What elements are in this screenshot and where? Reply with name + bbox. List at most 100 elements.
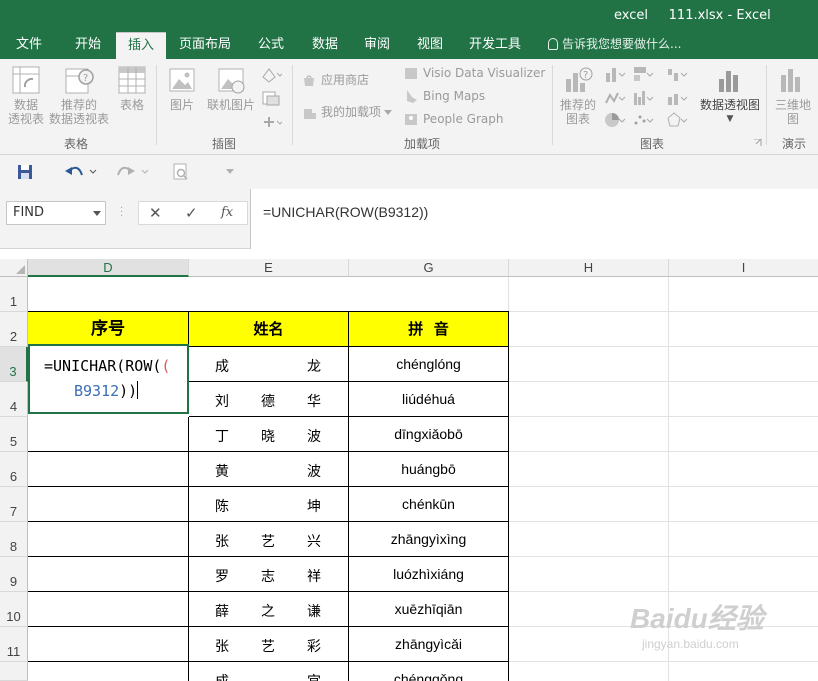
- tell-me-box[interactable]: 告诉我您想要做什么...: [548, 32, 681, 59]
- undo-icon[interactable]: [64, 163, 98, 181]
- cell-d7[interactable]: [28, 487, 189, 522]
- 3d-map-button[interactable]: 三维地 图: [770, 65, 816, 126]
- pivot-chart-button[interactable]: 数据透视图 ▼: [698, 65, 762, 126]
- tab-file[interactable]: 文件: [6, 32, 52, 59]
- pinyin-cell[interactable]: dīngxiǎobō: [349, 417, 509, 452]
- table-button[interactable]: 表格: [114, 65, 150, 112]
- scatter-chart-icon[interactable]: [632, 111, 654, 129]
- enter-icon[interactable]: ✓: [185, 204, 198, 222]
- column-chart-icon[interactable]: [604, 65, 626, 83]
- pinyin-cell[interactable]: chénglóng: [349, 347, 509, 382]
- screenshot-icon[interactable]: [260, 113, 282, 131]
- tab-data[interactable]: 数据: [300, 32, 350, 59]
- customize-qat-icon[interactable]: [226, 169, 234, 175]
- pinyin-cell[interactable]: huángbō: [349, 452, 509, 487]
- pinyin-cell[interactable]: luózhìxiáng: [349, 557, 509, 592]
- cell-d9[interactable]: [28, 557, 189, 592]
- tab-formulas[interactable]: 公式: [246, 32, 296, 59]
- tab-home[interactable]: 开始: [62, 32, 114, 59]
- save-icon[interactable]: [16, 163, 34, 181]
- row-header-8[interactable]: 8: [0, 522, 28, 557]
- column-header-g[interactable]: G: [349, 259, 509, 277]
- name-cell[interactable]: 罗志祥: [189, 557, 349, 592]
- name-cell[interactable]: 成龙: [189, 347, 349, 382]
- recommended-charts-button[interactable]: ? 推荐的 图表: [556, 65, 600, 126]
- dialog-launcher-icon[interactable]: [754, 139, 762, 147]
- tab-insert[interactable]: 插入: [116, 32, 166, 59]
- name-cell[interactable]: 成宫: [189, 662, 349, 681]
- my-addins-button[interactable]: 我的加载项: [302, 105, 381, 119]
- store-button[interactable]: 应用商店: [302, 73, 369, 87]
- row-header-11[interactable]: 11: [0, 627, 28, 662]
- statistic-chart-icon[interactable]: [632, 89, 654, 107]
- select-all-corner[interactable]: [0, 259, 28, 277]
- pinyin-cell[interactable]: liúdéhuá: [349, 382, 509, 417]
- active-cell-editor[interactable]: =UNICHAR(ROW(( B9312)): [28, 344, 189, 414]
- cancel-icon[interactable]: ✕: [149, 204, 162, 222]
- name-cell[interactable]: 张艺彩: [189, 627, 349, 662]
- redo-icon[interactable]: [116, 163, 150, 181]
- name-cell[interactable]: 陈坤: [189, 487, 349, 522]
- name-cell[interactable]: 黄波: [189, 452, 349, 487]
- tab-view[interactable]: 视图: [405, 32, 455, 59]
- header-cell-seq[interactable]: 序号: [28, 312, 189, 347]
- pinyin-cell[interactable]: xuēzhīqiān: [349, 592, 509, 627]
- my-addins-label: 我的加载项: [321, 105, 382, 119]
- waterfall-chart-icon[interactable]: [666, 65, 688, 83]
- cell-d11[interactable]: [28, 627, 189, 662]
- column-header-d[interactable]: D: [28, 259, 189, 277]
- row-header-7[interactable]: 7: [0, 487, 28, 522]
- pinyin-cell[interactable]: chénggǒng: [349, 662, 509, 681]
- pictures-button[interactable]: 图片: [162, 65, 202, 112]
- cell-d10[interactable]: [28, 592, 189, 627]
- tab-page-layout[interactable]: 页面布局: [172, 32, 238, 59]
- row-header-4[interactable]: 4: [0, 382, 28, 417]
- header-cell-pinyin[interactable]: 拼 音: [349, 312, 509, 347]
- pivot-table-button[interactable]: 数据 透视表: [4, 65, 48, 126]
- row-header-1[interactable]: 1: [0, 277, 28, 312]
- name-cell[interactable]: 刘德华: [189, 382, 349, 417]
- print-preview-icon[interactable]: [172, 163, 190, 181]
- name-cell[interactable]: 张艺兴: [189, 522, 349, 557]
- row-header-12[interactable]: [0, 662, 28, 681]
- visio-button[interactable]: Visio Data Visualizer: [404, 66, 545, 80]
- row-header-9[interactable]: 9: [0, 557, 28, 592]
- cell-d12[interactable]: [28, 662, 189, 681]
- splitter-dots-icon[interactable]: · · ·: [120, 204, 123, 222]
- column-header-i[interactable]: I: [669, 259, 818, 277]
- row-header-10[interactable]: 10: [0, 592, 28, 627]
- cell-d8[interactable]: [28, 522, 189, 557]
- pinyin-cell[interactable]: zhāngyìcǎi: [349, 627, 509, 662]
- people-graph-button[interactable]: People Graph: [404, 112, 504, 126]
- recommended-pivot-button[interactable]: ? 推荐的 数据透视表: [48, 65, 110, 126]
- name-cell[interactable]: 薛之谦: [189, 592, 349, 627]
- header-cell-name[interactable]: 姓名: [189, 312, 349, 347]
- row-header-5[interactable]: 5: [0, 417, 28, 452]
- column-header-e[interactable]: E: [189, 259, 349, 277]
- cell-d6[interactable]: [28, 452, 189, 487]
- bing-maps-button[interactable]: Bing Maps: [404, 89, 485, 103]
- name-box[interactable]: FIND: [6, 201, 106, 225]
- row-header-6[interactable]: 6: [0, 452, 28, 487]
- formula-input[interactable]: =UNICHAR(ROW(B9312)): [250, 189, 818, 249]
- pinyin-cell[interactable]: chénkūn: [349, 487, 509, 522]
- column-header-h[interactable]: H: [509, 259, 669, 277]
- combo-chart-icon[interactable]: [666, 89, 688, 107]
- line-chart-icon[interactable]: [604, 89, 626, 107]
- pinyin-cell[interactable]: zhāngyìxìng: [349, 522, 509, 557]
- tab-review[interactable]: 审阅: [352, 32, 402, 59]
- chevron-down-icon[interactable]: [93, 211, 101, 216]
- insert-function-icon[interactable]: fx: [221, 205, 233, 220]
- pie-chart-icon[interactable]: [604, 111, 626, 129]
- row-header-2[interactable]: 2: [0, 312, 28, 347]
- row-header-3[interactable]: 3: [0, 347, 28, 382]
- online-pictures-button[interactable]: 联机图片: [204, 65, 258, 112]
- tab-developer[interactable]: 开发工具: [462, 32, 528, 59]
- hierarchy-chart-icon[interactable]: [632, 65, 654, 83]
- smartart-icon[interactable]: [260, 89, 282, 107]
- radar-chart-icon[interactable]: [666, 111, 688, 129]
- cell-d5[interactable]: [28, 417, 189, 452]
- shapes-icon[interactable]: [260, 65, 282, 83]
- name-cell[interactable]: 丁晓波: [189, 417, 349, 452]
- chevron-down-icon[interactable]: [384, 110, 392, 116]
